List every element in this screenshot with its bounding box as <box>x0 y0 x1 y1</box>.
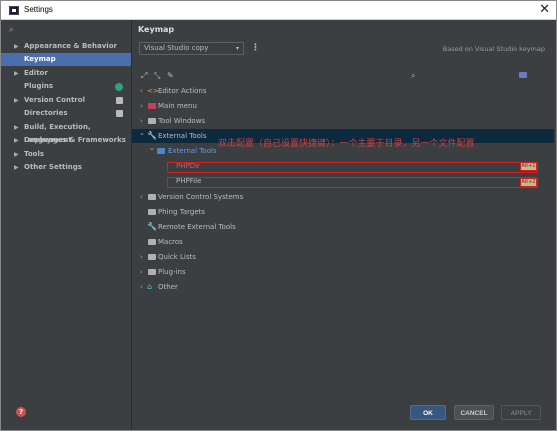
search-icon[interactable]: ⌕ <box>9 25 13 35</box>
annotation-note: 双击配置（自己设置快捷键）：一个主要于目录，另一个文件配置 <box>218 139 475 149</box>
tree-row-editor-actions[interactable]: › <> Editor Actions <box>132 84 554 98</box>
sidebar-item-tools[interactable]: ▶ Tools <box>1 148 131 161</box>
expand-arrow-icon[interactable]: ▶ <box>14 40 19 53</box>
wrench-icon: 🔧 <box>147 222 157 231</box>
tree-row-remote-external-tools[interactable]: 🔧 Remote External Tools <box>132 220 554 234</box>
sidebar-item-label: Directories <box>24 109 68 117</box>
expand-arrow-icon[interactable]: ▶ <box>14 134 19 147</box>
expand-arrow-icon[interactable]: ▶ <box>14 121 19 134</box>
tree-row-other[interactable]: › ⌂ Other <box>132 280 554 294</box>
keymap-dropdown-value: Visual Studio copy <box>144 44 209 52</box>
keymap-dropdown[interactable]: Visual Studio copy ▾ <box>139 42 244 55</box>
sidebar-item-label: Version Control <box>24 96 85 104</box>
project-scope-icon <box>116 97 123 104</box>
sidebar-item-directories[interactable]: Directories <box>1 107 131 120</box>
folder-icon <box>148 269 156 275</box>
keymap-panel: Keymap Visual Studio copy ▾ ⋮ Based on V… <box>132 20 556 430</box>
based-on-text: Based on Visual Studio keymap <box>442 45 545 53</box>
folder-icon <box>148 194 156 200</box>
expand-arrow-icon[interactable]: ▶ <box>14 94 19 107</box>
cancel-button[interactable]: CANCEL <box>454 405 494 420</box>
chevron-right-icon[interactable]: › <box>140 190 143 204</box>
settings-window: Settings ✕ ⌕ ▶ Appearance & Behavior Key… <box>0 0 557 431</box>
help-icon[interactable]: ? <box>16 407 26 417</box>
tree-row-label: Other <box>158 283 178 291</box>
tree-row-quick-lists[interactable]: › Quick Lists <box>132 250 554 264</box>
tree-row-label: External Tools <box>168 147 217 155</box>
tree-row-main-menu[interactable]: › Main menu <box>132 99 554 113</box>
collapse-all-icon[interactable]: ⤡ <box>154 71 163 80</box>
sidebar-item-appearance[interactable]: ▶ Appearance & Behavior <box>1 40 131 53</box>
sidebar-item-label: Languages & Frameworks <box>24 136 126 144</box>
page-title: Keymap <box>138 25 175 34</box>
highlight-box-phpdir <box>167 162 538 173</box>
sidebar-item-label: Appearance & Behavior <box>24 42 117 50</box>
other-icon: ⌂ <box>147 282 153 291</box>
tree-row-label: Macros <box>158 238 183 246</box>
sidebar-item-keymap[interactable]: Keymap <box>1 53 131 66</box>
expand-all-icon[interactable]: ⤢ <box>141 71 150 80</box>
sidebar-item-other-settings[interactable]: ▶ Other Settings <box>1 161 131 174</box>
chevron-down-icon[interactable]: ⌄ <box>149 141 155 155</box>
tree-row-plug-ins[interactable]: › Plug-ins <box>132 265 554 279</box>
project-scope-icon <box>116 110 123 117</box>
tree-row-tool-windows[interactable]: › Tool Windows <box>132 114 554 128</box>
settings-sidebar: ⌕ ▶ Appearance & Behavior Keymap ▶ Edito… <box>1 20 132 430</box>
expand-arrow-icon[interactable]: ▶ <box>14 161 19 174</box>
ok-button[interactable]: OK <box>410 405 446 420</box>
tree-row-label: Remote External Tools <box>158 223 236 231</box>
highlight-box-phpfile <box>167 177 538 188</box>
chevron-right-icon[interactable]: › <box>140 265 143 279</box>
shortcut-badge-phpfile: Alt+2 <box>520 178 537 187</box>
window-title: Settings <box>24 5 53 14</box>
sidebar-item-label: Keymap <box>24 55 56 63</box>
sidebar-item-editor[interactable]: ▶ Editor <box>1 67 131 80</box>
menu-icon <box>148 103 156 109</box>
sidebar-item-version-control[interactable]: ▶ Version Control <box>1 94 131 107</box>
expand-arrow-icon[interactable]: ▶ <box>14 67 19 80</box>
chevron-right-icon[interactable]: › <box>140 250 143 264</box>
chevron-down-icon: ▾ <box>235 45 239 52</box>
sidebar-item-label: Editor <box>24 69 48 77</box>
folder-icon <box>148 254 156 260</box>
sidebar-item-build[interactable]: ▶ Build, Execution, Deployment <box>1 121 131 144</box>
folder-icon <box>148 118 156 124</box>
sidebar-item-label: Other Settings <box>24 163 82 171</box>
folder-icon <box>148 239 156 245</box>
code-icon: <> <box>147 87 159 95</box>
tree-row-label: Editor Actions <box>158 87 207 95</box>
sidebar-item-plugins[interactable]: Plugins <box>1 80 131 93</box>
apply-button[interactable]: APPLY <box>501 405 541 420</box>
expand-arrow-icon[interactable]: ▶ <box>14 148 19 161</box>
tree-row-phing-targets[interactable]: Phing Targets <box>132 205 554 219</box>
chevron-down-icon[interactable]: ⌄ <box>139 126 145 140</box>
tree-row-label: External Tools <box>158 132 207 140</box>
chevron-right-icon[interactable]: › <box>140 99 143 113</box>
sidebar-item-label: Plugins <box>24 82 54 90</box>
chevron-right-icon[interactable]: › <box>140 280 143 294</box>
sidebar-item-languages[interactable]: ▶ Languages & Frameworks <box>1 134 131 147</box>
tree-row-label: Tool Windows <box>158 117 206 125</box>
edit-icon[interactable]: ✎ <box>167 71 176 80</box>
phing-icon <box>148 209 156 215</box>
tree-row-label: Phing Targets <box>158 208 206 216</box>
close-icon[interactable]: ✕ <box>539 2 550 17</box>
find-by-shortcut-icon[interactable] <box>519 72 527 78</box>
update-badge-icon <box>115 83 123 91</box>
more-options-icon[interactable]: ⋮ <box>251 43 260 53</box>
title-bar: Settings ✕ <box>1 1 556 20</box>
tree-row-label: Plug-ins <box>158 268 186 276</box>
search-icon[interactable]: ⌕ <box>411 71 516 82</box>
sidebar-item-label: Tools <box>24 150 45 158</box>
shortcut-badge-phpdir: Alt+1 <box>520 162 537 171</box>
app-icon <box>9 6 19 15</box>
tree-row-label: Quick Lists <box>158 253 196 261</box>
tree-row-label: Version Control Systems <box>158 193 244 201</box>
tree-row-label: Main menu <box>158 102 197 110</box>
tree-row-version-control-systems[interactable]: › Version Control Systems <box>132 190 554 204</box>
tree-row-macros[interactable]: Macros <box>132 235 554 249</box>
folder-icon <box>157 148 165 154</box>
chevron-right-icon[interactable]: › <box>140 84 143 98</box>
